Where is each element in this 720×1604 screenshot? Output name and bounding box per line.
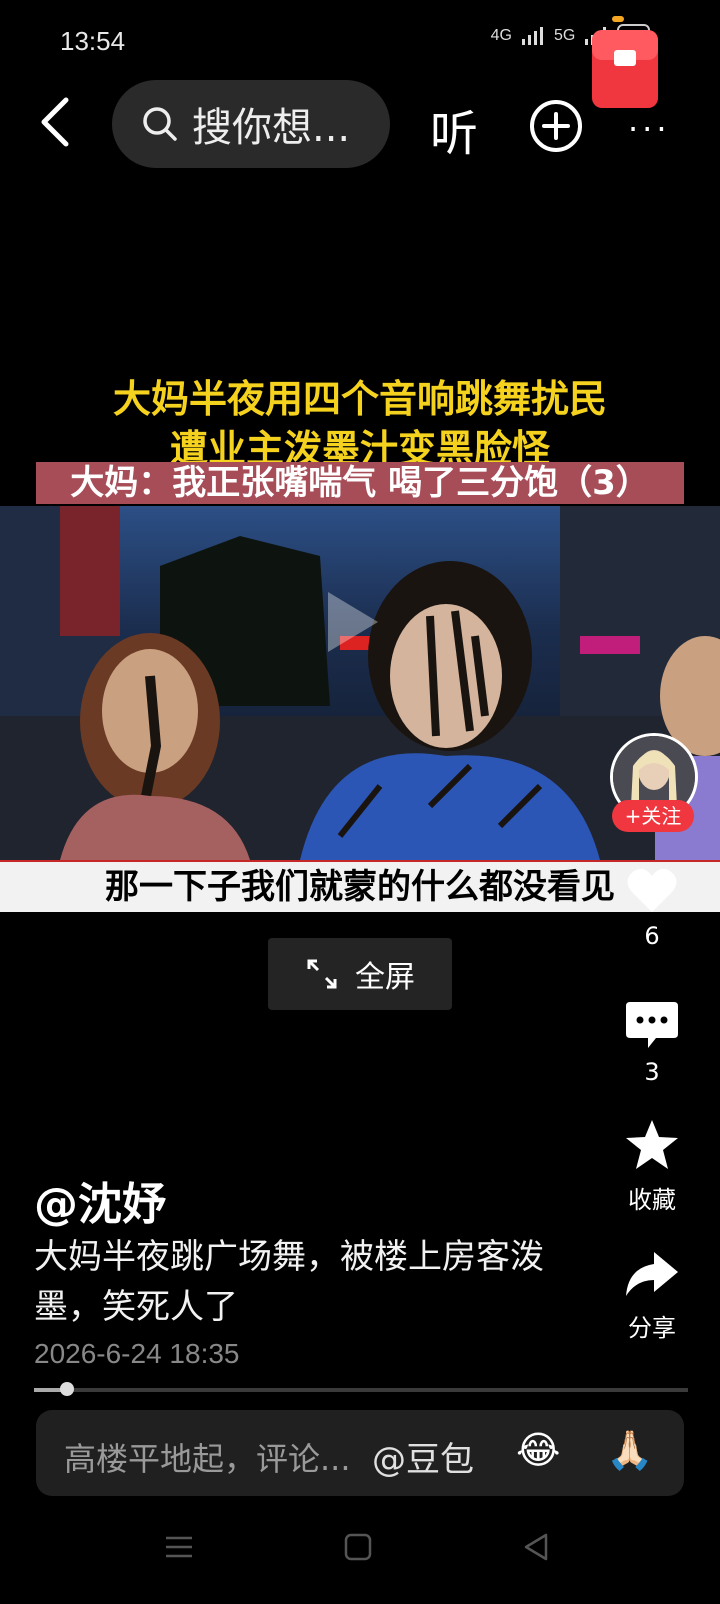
like-button[interactable]: 6 — [610, 866, 694, 950]
favorite-button[interactable]: 收藏 — [610, 1118, 694, 1215]
share-icon — [626, 1252, 678, 1296]
share-button[interactable]: 分享 — [610, 1250, 694, 1343]
search-bar[interactable]: 搜你想... — [112, 80, 390, 168]
back-nav-icon[interactable] — [522, 1532, 550, 1562]
follow-button[interactable]: +关注 — [612, 800, 694, 832]
video-title-line-1: 大妈半夜用四个音响跳舞扰民 — [112, 377, 607, 421]
comment-icon — [626, 1002, 678, 1048]
red-packet-icon[interactable] — [592, 16, 658, 108]
fullscreen-button[interactable]: 全屏 — [268, 938, 452, 1010]
video-title-line-3: 大妈：我正张嘴喘气 喝了三分饱（3） — [36, 462, 684, 504]
back-icon[interactable] — [30, 92, 80, 152]
comment-placeholder: 高楼平地起，评论... — [64, 1440, 351, 1478]
expand-icon — [307, 959, 337, 989]
more-icon[interactable]: ··· — [628, 110, 671, 148]
network-4g-label: 4G — [490, 27, 512, 44]
post-description: 大妈半夜跳广场舞，被楼上房客泼墨，笑死人了 — [34, 1237, 544, 1327]
listen-button[interactable]: 听 — [430, 94, 478, 164]
laugh-emoji-icon[interactable]: 😂 — [516, 1428, 560, 1472]
status-time: 13:54 — [60, 26, 126, 56]
star-icon — [626, 1120, 678, 1169]
fullscreen-label: 全屏 — [355, 960, 415, 995]
network-5g-label: 5G — [553, 27, 576, 44]
author-name[interactable]: @沈妤 — [34, 1168, 166, 1232]
heart-icon — [627, 868, 677, 912]
favorite-label: 收藏 — [628, 1186, 676, 1214]
progress-track[interactable] — [34, 1388, 688, 1392]
add-circle-icon[interactable] — [528, 98, 584, 154]
progress-handle[interactable] — [59, 1382, 74, 1396]
share-label: 分享 — [628, 1314, 676, 1342]
menu-nav-icon[interactable] — [164, 1532, 194, 1562]
mention-button[interactable]: @豆包 — [372, 1432, 474, 1481]
pray-emoji-icon[interactable]: 🙏🏻 — [606, 1428, 653, 1473]
home-nav-icon[interactable] — [344, 1532, 372, 1562]
like-count: 6 — [644, 922, 660, 950]
search-placeholder: 搜你想... — [192, 105, 351, 151]
comment-count: 3 — [644, 1058, 660, 1086]
post-date: 2026-6-24 18:35 — [34, 1338, 240, 1369]
comment-button[interactable]: 3 — [610, 1000, 694, 1086]
signal-icon — [521, 27, 543, 45]
video-frame[interactable] — [0, 506, 720, 860]
search-icon — [143, 107, 177, 141]
